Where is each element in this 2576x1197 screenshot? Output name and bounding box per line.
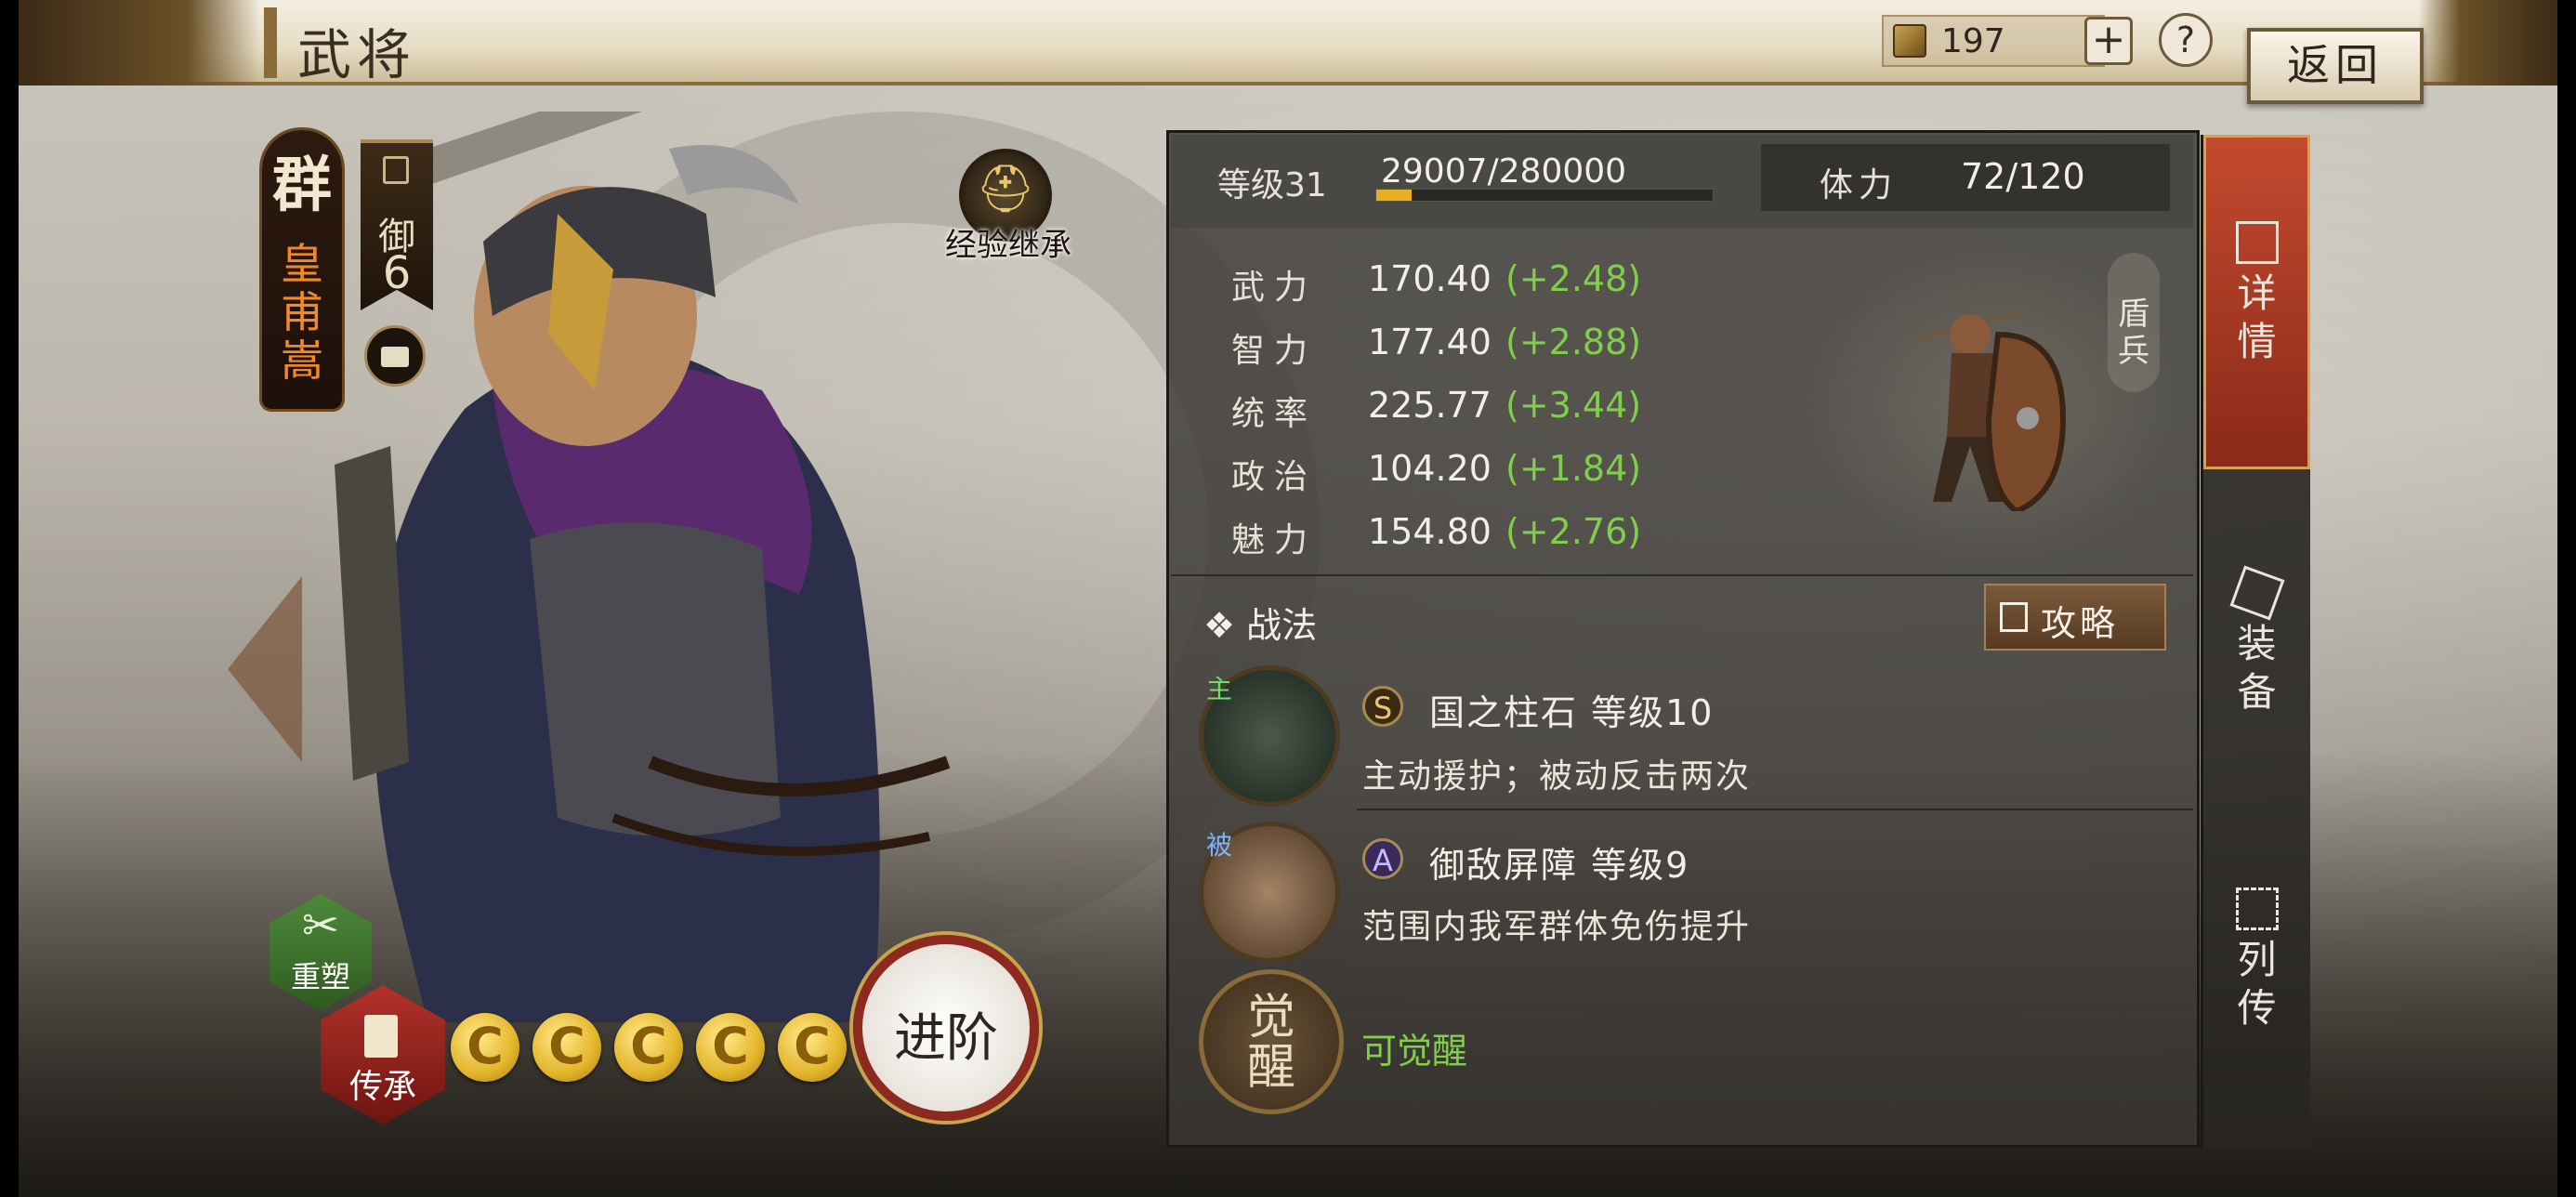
bookmark-icon — [383, 156, 409, 184]
stat-label-intellect: 智力 — [1231, 332, 1318, 370]
previous-hero-arrow[interactable] — [228, 576, 302, 762]
skill-desc-1: 主动援护；被动反击两次 — [1362, 757, 1752, 796]
tab-biography-label: 列传 — [2237, 937, 2277, 1031]
screen-margin-right — [2557, 0, 2576, 1197]
tab-biography[interactable]: 列传 — [2203, 804, 2310, 1138]
stat-label-charm: 魅力 — [1231, 521, 1318, 559]
stat-label-force: 武力 — [1231, 269, 1318, 307]
advancement-star-icon — [451, 1013, 519, 1082]
side-tabs: 详情 装备 列传 — [2201, 135, 2310, 1148]
role-number: 6 — [382, 247, 412, 299]
hero-name: 皇甫嵩 — [281, 239, 323, 386]
guide-label: 攻略 — [2041, 603, 2120, 644]
currency-value: 197 — [1941, 22, 2005, 60]
advancement-star-icon — [532, 1013, 601, 1082]
list-icon — [2000, 602, 2028, 632]
divider — [1357, 809, 2193, 810]
tab-details-label: 详情 — [2237, 270, 2277, 364]
stat-bonus-command: (+3.44) — [1505, 385, 1642, 426]
skill-grade-badge: A — [1362, 838, 1403, 879]
advance-label: 进阶 — [894, 1008, 998, 1069]
remold-icon: ✂ — [301, 900, 340, 952]
screen-margin-left — [0, 0, 19, 1197]
document-icon — [2235, 221, 2279, 264]
troop-type-label: 盾兵 — [2118, 296, 2149, 370]
advancement-star-icon — [696, 1013, 765, 1082]
exp-progress-fill — [1376, 190, 1412, 201]
exp-inherit-label: 经验继承 — [945, 227, 1071, 264]
remold-label: 重塑 — [290, 959, 350, 994]
currency-display: 197 — [1882, 15, 2105, 67]
card-icon — [364, 1015, 398, 1058]
stat-bonus-charm: (+2.76) — [1505, 511, 1642, 552]
stat-value-force: 170.40 — [1368, 258, 1492, 299]
help-button[interactable]: ? — [2159, 13, 2213, 67]
exp-progress-bar — [1375, 189, 1714, 202]
token-icon — [1893, 24, 1926, 58]
skill-name-2: 御敌屏障 等级9 — [1429, 845, 1690, 886]
stat-value-charm: 154.80 — [1368, 511, 1492, 552]
advancement-star-icon — [778, 1013, 847, 1082]
stat-bonus-politics: (+1.84) — [1505, 448, 1642, 489]
skill-tag-passive: 被 — [1206, 830, 1233, 861]
skill-tag-main: 主 — [1206, 674, 1233, 704]
stat-value-politics: 104.20 — [1368, 448, 1492, 489]
blade-icon — [2229, 565, 2284, 621]
game-screen: 武将 197 + ? 返回 群 皇甫嵩 御 6 经验继承 ✂ 重塑 — [0, 0, 2576, 1197]
stat-bonus-intellect: (+2.88) — [1505, 322, 1642, 362]
shield-soldier-illustration — [1914, 307, 2067, 511]
level-label: 等级31 — [1217, 166, 1327, 204]
stat-bonus-force: (+2.48) — [1505, 258, 1642, 299]
advancement-star-icon — [614, 1013, 683, 1082]
stat-value-intellect: 177.40 — [1368, 322, 1492, 362]
scroll-icon — [2235, 888, 2279, 930]
divider — [1171, 574, 2193, 576]
stat-value-command: 225.77 — [1368, 385, 1492, 426]
awaken-emblem-text: 觉醒 — [1246, 990, 1295, 1096]
tab-equipment[interactable]: 装备 — [2203, 469, 2310, 804]
faction-label: 群 — [272, 151, 332, 220]
skill-name-1: 国之柱石 等级10 — [1429, 692, 1715, 733]
exp-text: 29007/280000 — [1381, 152, 1627, 191]
stamina-value: 72/120 — [1961, 156, 2085, 197]
chest-icon[interactable] — [364, 325, 426, 387]
stat-label-politics: 政治 — [1231, 458, 1318, 496]
page-title: 武将 — [297, 23, 417, 86]
skill-grade-badge: S — [1362, 686, 1403, 727]
title-accent — [264, 7, 277, 78]
skill-desc-2: 范围内我军群体免伤提升 — [1362, 908, 1752, 946]
tab-details[interactable]: 详情 — [2203, 135, 2310, 469]
add-currency-button[interactable]: + — [2084, 17, 2133, 65]
pass-on-label: 传承 — [348, 1068, 416, 1106]
stamina-label: 体力 — [1820, 166, 1899, 204]
awaken-label: 可觉醒 — [1361, 1031, 1468, 1072]
tactics-header: ❖ 战法 — [1203, 605, 1318, 646]
tab-equipment-label: 装备 — [2237, 621, 2277, 715]
stat-label-command: 统率 — [1231, 395, 1318, 433]
back-button[interactable]: 返回 — [2247, 28, 2424, 104]
top-bar-ornament-left — [19, 0, 260, 86]
top-bar-ornament-right — [2418, 0, 2557, 86]
